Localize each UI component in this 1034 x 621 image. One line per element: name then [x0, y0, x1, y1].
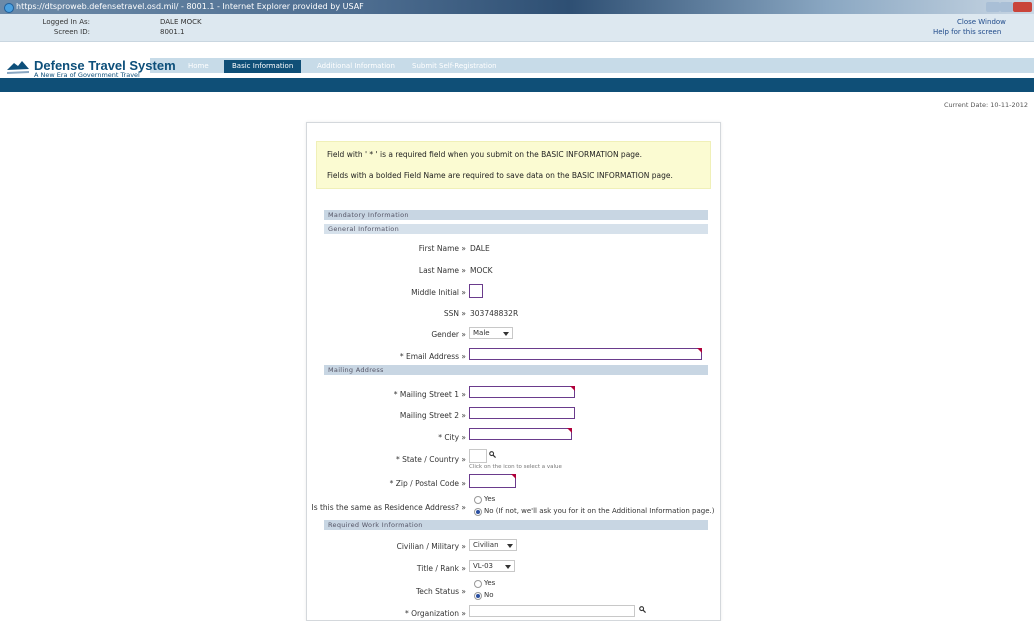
maximize-button[interactable]: [1000, 2, 1013, 12]
email-input[interactable]: [469, 348, 702, 360]
same-residence-yes-radio[interactable]: [474, 496, 482, 504]
window-titlebar: https://dtsproweb.defensetravel.osd.mil/…: [0, 0, 1034, 14]
zip-input[interactable]: [469, 474, 516, 488]
gender-select[interactable]: Male: [469, 327, 513, 339]
header-dark-band: [0, 78, 1034, 92]
section-general-information: General Information: [324, 224, 708, 234]
ie-icon: [4, 3, 14, 13]
chevron-down-icon: [507, 544, 513, 548]
state-hint: Click on the icon to select a value: [469, 464, 562, 470]
city-label: * City »: [438, 433, 466, 442]
middle-initial-input[interactable]: [469, 284, 483, 298]
street2-label: Mailing Street 2 »: [399, 411, 466, 420]
section-mandatory-information: Mandatory Information: [324, 210, 708, 220]
same-residence-no-radio[interactable]: [474, 508, 482, 516]
same-residence-label: Is this the same as Residence Address? »: [311, 503, 466, 512]
tab-home[interactable]: Home: [188, 60, 209, 73]
tab-submit-self-registration[interactable]: Submit Self-Registration: [412, 60, 497, 73]
gender-label: Gender »: [431, 330, 466, 339]
middle-initial-label: Middle Initial »: [411, 288, 466, 297]
organization-input[interactable]: [469, 605, 635, 617]
zip-label: * Zip / Postal Code »: [389, 479, 466, 488]
minimize-button[interactable]: [986, 2, 1000, 12]
tab-additional-information[interactable]: Additional Information: [317, 60, 395, 73]
civ-mil-select[interactable]: Civilian: [469, 539, 517, 551]
tab-basic-information[interactable]: Basic Information: [224, 60, 302, 73]
title-rank-label: Title / Rank »: [416, 564, 466, 573]
required-fields-notice: Field with ' * ' is a required field whe…: [316, 141, 711, 189]
brand-subtitle: A New Era of Government Travel: [34, 71, 140, 79]
window-title: https://dtsproweb.defensetravel.osd.mil/…: [16, 2, 364, 11]
section-mailing-address: Mailing Address: [324, 365, 708, 375]
tech-status-yes-label: Yes: [484, 579, 496, 587]
tech-status-no-label: No: [484, 591, 494, 599]
same-residence-no-label: No (If not, we'll ask you for it on the …: [484, 507, 715, 515]
logged-in-label: Logged In As:: [42, 18, 90, 26]
gender-selected: Male: [473, 329, 490, 337]
logged-in-value: DALE MOCK: [160, 18, 202, 26]
screen-id-value: 8001.1: [160, 28, 185, 36]
tech-status-yes-radio[interactable]: [474, 580, 482, 588]
session-info-bar: Logged In As: DALE MOCK Screen ID: 8001.…: [0, 14, 1034, 42]
street2-input[interactable]: [469, 407, 575, 419]
notice-line-2: Fields with a bolded Field Name are requ…: [327, 171, 673, 180]
state-lookup-search-icon[interactable]: [489, 451, 496, 458]
title-rank-select[interactable]: VL-03: [469, 560, 515, 572]
tech-status-label: Tech Status »: [415, 587, 466, 596]
civ-mil-selected: Civilian: [473, 541, 499, 549]
close-window-link[interactable]: Close Window: [957, 18, 1006, 26]
help-link[interactable]: Help for this screen: [933, 28, 1001, 36]
street1-input[interactable]: [469, 386, 575, 398]
section-required-work-information: Required Work Information: [324, 520, 708, 530]
chevron-down-icon: [503, 332, 509, 336]
tech-status-no-radio[interactable]: [474, 592, 482, 600]
current-date: Current Date: 10-11-2012: [943, 101, 1028, 109]
civ-mil-label: Civilian / Military »: [396, 542, 466, 551]
organization-label: * Organization »: [404, 609, 466, 618]
title-rank-selected: VL-03: [473, 562, 493, 570]
email-label: * Email Address »: [399, 352, 466, 361]
city-input[interactable]: [469, 428, 572, 440]
street1-label: * Mailing Street 1 »: [393, 390, 466, 399]
last-name-label: Last Name »: [418, 266, 466, 275]
chevron-down-icon: [505, 565, 511, 569]
notice-line-1: Field with ' * ' is a required field whe…: [327, 150, 643, 159]
last-name-value: MOCK: [470, 266, 493, 275]
close-window-button[interactable]: [1013, 2, 1032, 12]
screen-id-label: Screen ID:: [53, 28, 90, 36]
state-input[interactable]: [469, 449, 487, 463]
dts-logo-icon: [7, 61, 29, 74]
state-label: * State / Country »: [395, 455, 466, 464]
organization-lookup-search-icon[interactable]: [639, 606, 646, 613]
ssn-label: SSN »: [443, 309, 466, 318]
first-name-label: First Name »: [418, 244, 466, 253]
first-name-value: DALE: [470, 244, 490, 253]
ssn-value: 303748832R: [470, 309, 519, 318]
same-residence-yes-label: Yes: [484, 495, 496, 503]
